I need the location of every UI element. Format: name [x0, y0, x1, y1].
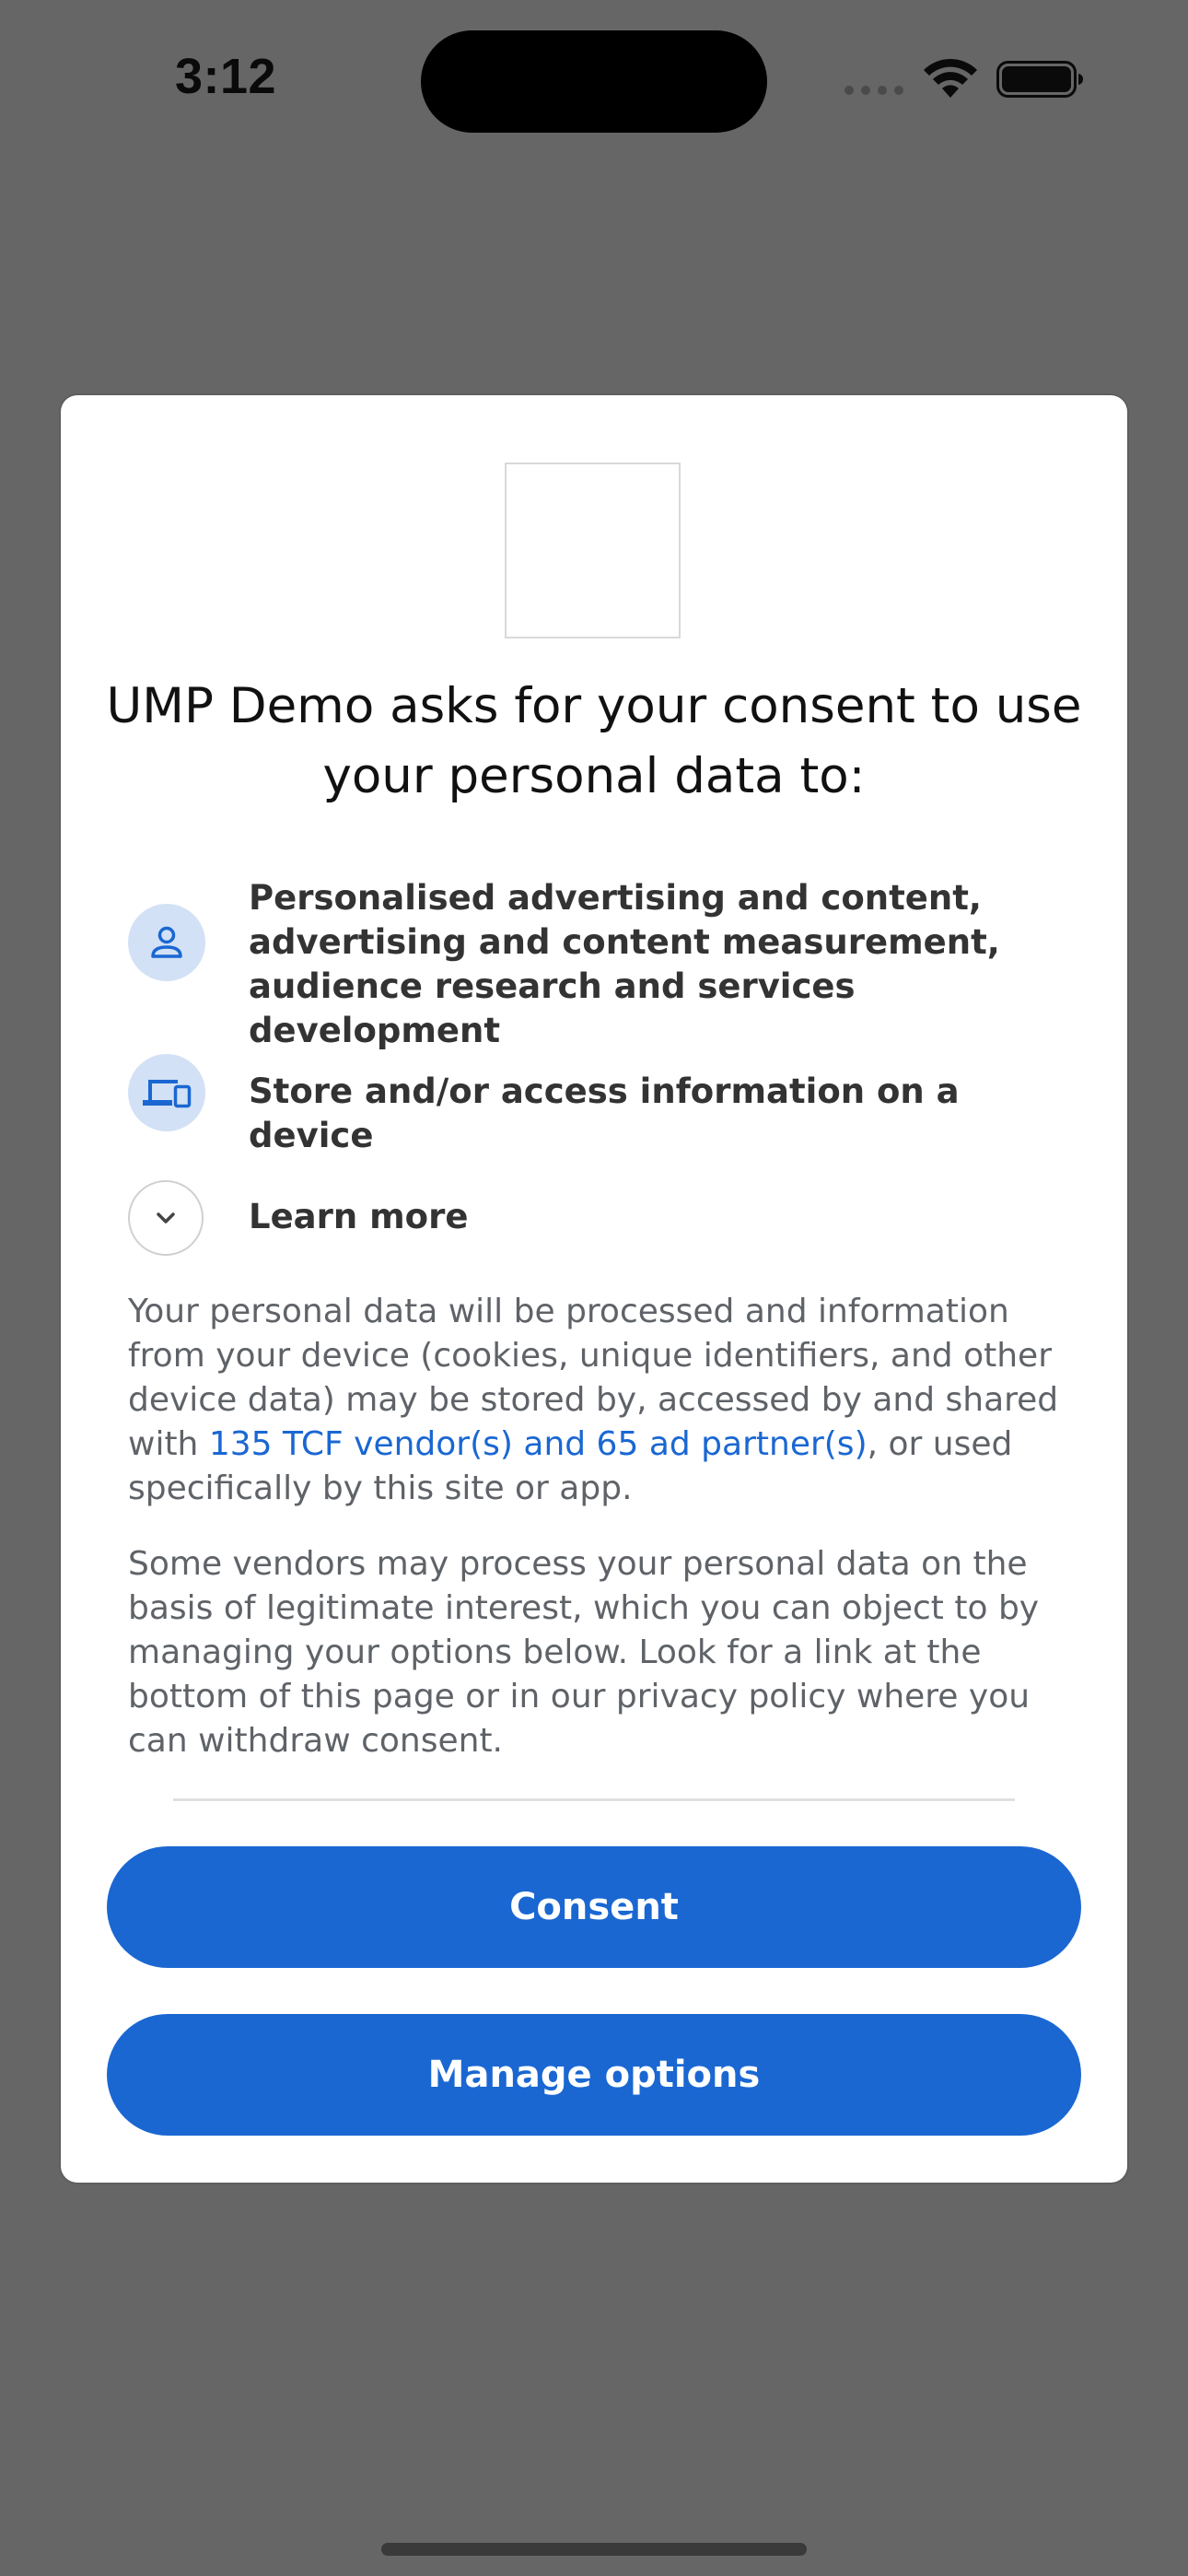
dynamic-island — [421, 30, 767, 133]
status-time: 3:12 — [175, 49, 277, 104]
status-bar: 3:12 — [0, 0, 1188, 161]
dialog-title-line-1: UMP Demo asks for your consent to use — [106, 678, 1082, 734]
consent-dialog: UMP Demo asks for your consent to use yo… — [61, 395, 1127, 2183]
cellular-signal-icon — [844, 86, 903, 95]
chevron-down-icon — [157, 1212, 175, 1224]
data-processing-paragraph: Your personal data will be processed and… — [128, 1290, 1067, 1511]
battery-icon — [996, 61, 1083, 98]
learn-more-toggle[interactable] — [128, 1180, 204, 1256]
purpose-text: Store and/or access information on a dev… — [249, 1071, 960, 1155]
person-icon — [128, 904, 205, 981]
manage-options-button[interactable]: Manage options — [107, 2014, 1081, 2136]
learn-more-label[interactable]: Learn more — [249, 1195, 468, 1239]
app-logo-placeholder — [505, 463, 681, 638]
purpose-text: Personalised advertising and content, ad… — [249, 878, 1000, 1050]
consent-button[interactable]: Consent — [107, 1846, 1081, 1968]
dialog-title: UMP Demo asks for your consent to use yo… — [98, 672, 1090, 812]
home-indicator[interactable] — [381, 2543, 807, 2556]
vendors-link[interactable]: 135 TCF vendor(s) and 65 ad partner(s) — [209, 1425, 868, 1463]
dialog-title-line-2: your personal data to: — [322, 748, 866, 804]
devices-icon — [128, 1054, 205, 1131]
wifi-icon — [924, 58, 977, 98]
divider — [173, 1798, 1015, 1801]
legitimate-interest-paragraph: Some vendors may process your personal d… — [128, 1545, 1040, 1760]
